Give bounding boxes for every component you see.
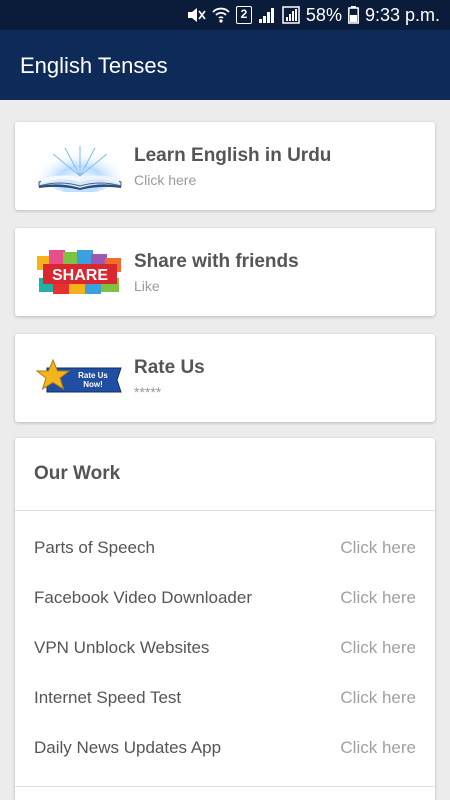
wifi-icon	[212, 6, 230, 24]
divider	[15, 786, 435, 787]
our-work-card: Our Work Parts of Speech Click here Face…	[15, 438, 435, 800]
main-content[interactable]: Learn English in Urdu Click here SHARE S…	[0, 100, 450, 800]
work-item-name: Parts of Speech	[34, 538, 155, 557]
signal-icon	[258, 6, 276, 24]
battery-percent: 58%	[305, 4, 342, 25]
app-bar: English Tenses	[0, 30, 450, 100]
app-title: English Tenses	[20, 53, 168, 78]
work-item-name: Daily News Updates App	[34, 738, 222, 757]
card-subtitle: *****	[134, 384, 162, 400]
clock: 9:33 p.m.	[364, 4, 440, 25]
work-item-vpn-unblock-websites[interactable]: VPN Unblock Websites Click here	[15, 624, 435, 674]
click-here-link[interactable]: Click here	[340, 738, 416, 758]
mute-icon	[186, 6, 206, 24]
open-book-icon	[35, 142, 125, 194]
divider	[15, 510, 435, 511]
card-title: Share with friends	[134, 251, 299, 272]
sim-badge-icon: 2	[235, 6, 252, 24]
work-item-name: VPN Unblock Websites	[34, 638, 210, 657]
share-card[interactable]: SHARE Share with friends Like	[15, 228, 435, 316]
click-here-link[interactable]: Click here	[340, 538, 416, 558]
work-item-name: Internet Speed Test	[34, 688, 182, 707]
work-item-facebook-video-downloader[interactable]: Facebook Video Downloader Click here	[15, 574, 435, 624]
work-item-name: Facebook Video Downloader	[34, 588, 252, 607]
rate-us-card[interactable]: Rate Us Now! Rate Us *****	[15, 334, 435, 422]
work-item-internet-speed-test[interactable]: Internet Speed Test Click here	[15, 674, 435, 724]
rate-us-star-icon: Rate Us Now!	[35, 354, 125, 404]
share-badge-icon: SHARE	[35, 248, 125, 298]
click-here-link[interactable]: Click here	[340, 688, 416, 708]
click-here-link[interactable]: Click here	[340, 638, 416, 658]
learn-english-card[interactable]: Learn English in Urdu Click here	[15, 122, 435, 210]
svg-text:Now!: Now!	[83, 380, 103, 389]
card-title: Rate Us	[134, 357, 205, 378]
work-item-parts-of-speech[interactable]: Parts of Speech Click here	[15, 524, 435, 574]
svg-text:Rate Us: Rate Us	[78, 371, 108, 380]
our-work-title: Our Work	[34, 463, 121, 484]
work-item-daily-news-updates-app[interactable]: Daily News Updates App Click here	[15, 724, 435, 774]
card-subtitle: Like	[134, 278, 160, 294]
click-here-link[interactable]: Click here	[340, 588, 416, 608]
battery-icon	[348, 6, 359, 24]
svg-text:SHARE: SHARE	[52, 267, 108, 284]
card-title: Learn English in Urdu	[134, 145, 332, 166]
status-bar: 2 58% 9:33 p.m.	[0, 0, 450, 30]
signal-box-icon	[282, 6, 300, 24]
card-subtitle: Click here	[134, 172, 197, 188]
